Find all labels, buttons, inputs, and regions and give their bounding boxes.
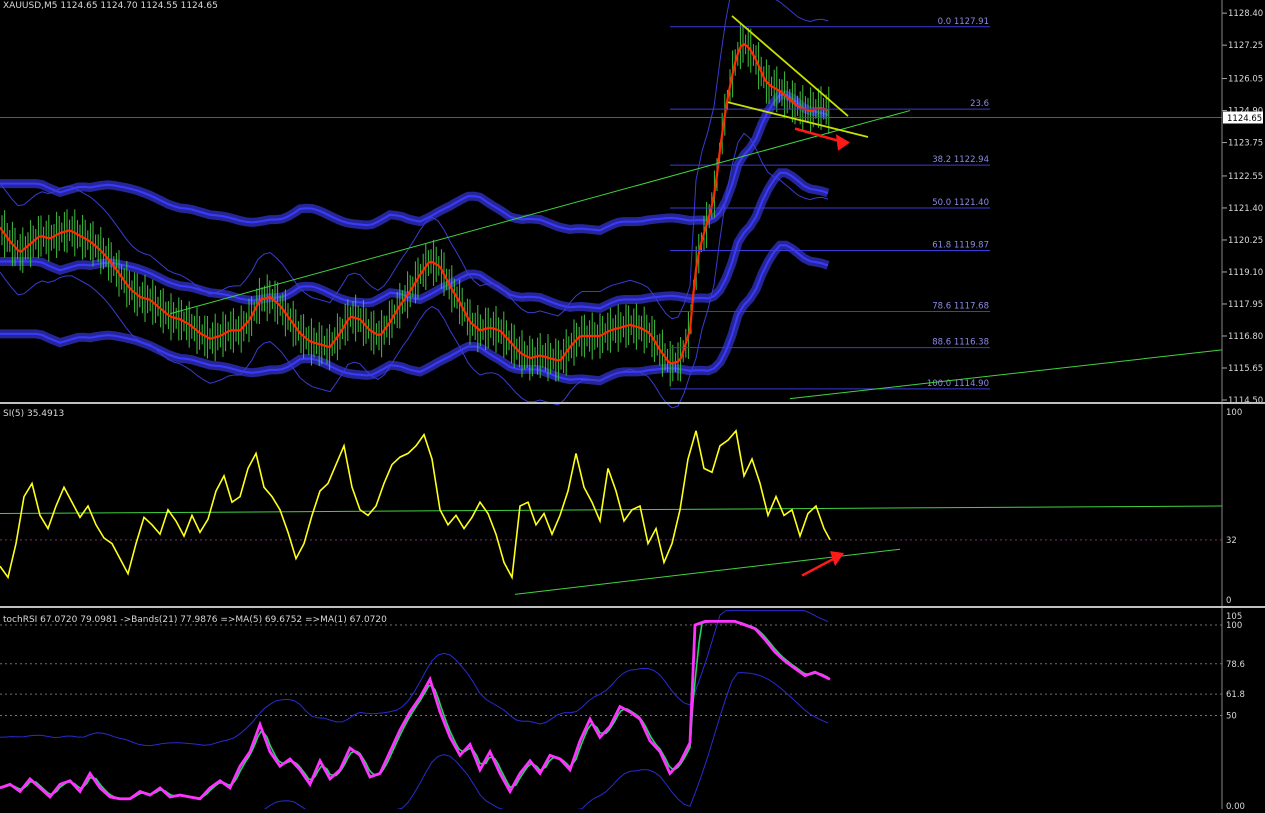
price-axis-label: 1126.05 — [1228, 75, 1263, 85]
stoch-axis-label: 50 — [1226, 712, 1237, 722]
chart-window: 0.0 1127.91 23.6 38.2 1122.94 50.0 1121.40 6… — [0, 0, 1265, 812]
rsi-axis-label: 0 — [1226, 596, 1231, 606]
price-axis-label: 1122.55 — [1228, 172, 1263, 182]
price-axis-label: 1115.65 — [1228, 364, 1263, 374]
price-axis-label: 1116.80 — [1228, 332, 1263, 342]
price-axis-label: 1117.95 — [1228, 300, 1263, 310]
price-axis-label: 1123.75 — [1228, 139, 1263, 149]
fib-level-label: 0.0 1127.91 — [938, 17, 989, 27]
rsi-panel-title: SI(5) 35.4913 — [3, 409, 64, 419]
fib-level-label: 61.8 1119.87 — [932, 241, 989, 251]
price-axis-label: 1120.25 — [1228, 236, 1263, 246]
stoch-axis-label: 61.8 — [1226, 690, 1245, 700]
stoch-axis-label: 0.00 — [1226, 802, 1245, 809]
price-axis-label: 1119.10 — [1228, 268, 1263, 278]
stoch-axis-label: 78.6 — [1226, 660, 1245, 670]
price-axis-label: 1121.40 — [1228, 204, 1263, 214]
price-axis-label: 1127.25 — [1228, 41, 1263, 51]
rsi-axis-label: 32 — [1226, 536, 1237, 546]
stochrsi-panel-title: tochRSI 67.0720 79.0981 ->Bands(21) 77.9… — [3, 615, 387, 625]
chart-canvas: 0.0 1127.91 23.6 38.2 1122.94 50.0 1121.40 6… — [0, 0, 1265, 812]
fib-level-label: 88.6 1116.38 — [932, 338, 989, 348]
fib-level-label: 100.0 1114.90 — [927, 379, 989, 389]
rsi-axis-label: 100 — [1226, 408, 1242, 418]
price-axis-label: 1128.40 — [1228, 9, 1263, 19]
stoch-axis-label: 100 — [1226, 621, 1242, 631]
chart-background — [0, 0, 1265, 809]
fib-level-label: 23.6 — [970, 99, 989, 109]
current-price-label: 1124.65 — [1227, 114, 1262, 124]
price-panel-title: XAUUSD,M5 1124.65 1124.70 1124.55 1124.6… — [3, 1, 218, 11]
fib-level-label: 38.2 1122.94 — [932, 155, 989, 165]
fib-level-label: 78.6 1117.68 — [932, 301, 989, 311]
price-axis-label: 1114.50 — [1228, 396, 1263, 406]
fib-level-label: 50.0 1121.40 — [932, 198, 989, 208]
